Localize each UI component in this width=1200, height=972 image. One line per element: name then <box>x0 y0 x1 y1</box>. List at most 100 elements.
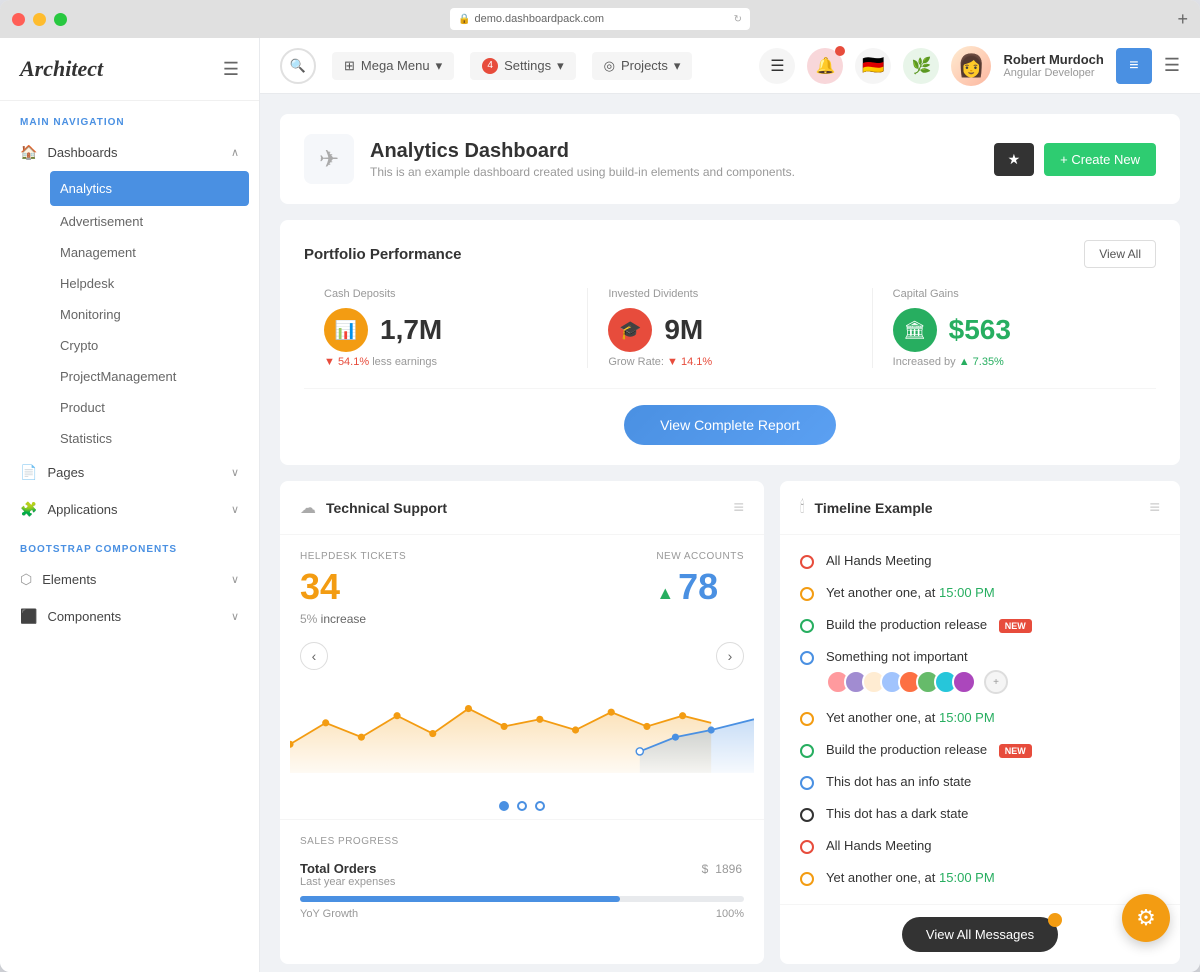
timeline-content: Build the production release NEW <box>826 617 1160 632</box>
timeline-icon: 🕯 <box>800 499 805 517</box>
mega-menu-button[interactable]: ⊞ Mega Menu ▾ <box>332 52 454 80</box>
sidebar-item-management[interactable]: Management <box>40 237 259 268</box>
flag-button[interactable]: 🇩🇪 <box>855 48 891 84</box>
carousel-dot-1[interactable] <box>499 801 509 811</box>
components-label: Components <box>47 609 121 624</box>
leaf-button[interactable]: 🌿 <box>903 48 939 84</box>
cash-change: ▼ 54.1% less earnings <box>324 356 567 368</box>
main-nav-label: MAIN NAVIGATION <box>0 101 259 134</box>
sales-label: SALES PROGRESS <box>300 836 744 847</box>
invested-change: Grow Rate: ▼ 14.1% <box>608 356 851 368</box>
timeline-item: All Hands Meeting <box>780 545 1180 577</box>
user-avatar[interactable]: 👩 <box>951 46 991 86</box>
search-button[interactable]: 🔍 <box>280 48 316 84</box>
sidebar-item-advertisement[interactable]: Advertisement <box>40 206 259 237</box>
sidebar-group-components-header[interactable]: ⬛ Components ∨ <box>0 598 259 635</box>
nav-icon-1[interactable]: ☰ <box>759 48 795 84</box>
hamburger-icon[interactable]: ☰ <box>223 59 239 80</box>
maximize-button[interactable] <box>54 13 67 26</box>
timeline-content: This dot has a dark state <box>826 806 1160 821</box>
portfolio-cta: View Complete Report <box>304 388 1156 445</box>
topnav-right: ☰ 🔔 🇩🇪 🌿 👩 Robert Murdoch Angular Develo… <box>759 46 1180 86</box>
projects-button[interactable]: ◎ Projects ▾ <box>592 52 693 80</box>
timeline-item: Yet another one, at 15:00 PM <box>780 702 1180 734</box>
timeline-dot-blue-info <box>800 776 814 790</box>
sidebar-group-dashboards-header[interactable]: 🏠 Dashboards ∧ <box>0 134 259 171</box>
chart-container: ‹ › <box>280 642 764 793</box>
user-name: Robert Murdoch <box>1003 52 1103 67</box>
topnav: 🔍 ⊞ Mega Menu ▾ 4 Settings ▾ ◎ Projects … <box>260 38 1200 94</box>
right-panel: 🔍 ⊞ Mega Menu ▾ 4 Settings ▾ ◎ Projects … <box>260 38 1200 972</box>
notification-dot <box>835 46 845 56</box>
timeline-item-title: All Hands Meeting <box>826 838 1160 853</box>
applications-icon: 🧩 <box>20 501 37 518</box>
support-metrics: HELPDESK TICKETS 34 5% increase NEW ACCO… <box>280 535 764 642</box>
new-badge: NEW <box>999 619 1032 633</box>
capital-change: Increased by ▲ 7.35% <box>893 356 1136 368</box>
sidebar-item-analytics[interactable]: Analytics <box>50 171 249 206</box>
timeline-footer: View All Messages <box>780 904 1180 964</box>
timeline-dot-yellow <box>800 587 814 601</box>
sidebar: Architect ☰ MAIN NAVIGATION 🏠 Dashboards… <box>0 38 260 972</box>
close-button[interactable] <box>12 13 25 26</box>
sidebar-group-pages-header[interactable]: 📄 Pages ∨ <box>0 454 259 491</box>
new-tab-button[interactable]: + <box>1177 9 1188 30</box>
sidebar-group-elements-header[interactable]: ⬡ Elements ∨ <box>0 561 259 598</box>
projects-label: Projects <box>621 58 668 73</box>
timeline-content: All Hands Meeting <box>826 838 1160 853</box>
mac-titlebar: 🔒 demo.dashboardpack.com ↻ + <box>0 0 1200 38</box>
timeline-time: 15:00 PM <box>939 710 995 725</box>
carousel-dot-2[interactable] <box>517 801 527 811</box>
invested-label: Invested Dividents <box>608 288 851 300</box>
sidebar-group-components: ⬛ Components ∨ <box>0 598 259 635</box>
chart-next-button[interactable]: › <box>716 642 744 670</box>
projects-icon: ◎ <box>604 58 615 74</box>
dashboards-submenu: Analytics Advertisement Management Helpd… <box>0 171 259 454</box>
timeline-menu-icon[interactable]: ≡ <box>1149 497 1160 518</box>
panels-row: ☁ Technical Support ≡ HELPDESK TICKETS 3… <box>280 481 1180 964</box>
projects-chevron: ▾ <box>674 58 681 74</box>
create-new-button[interactable]: + Create New <box>1044 143 1156 176</box>
sidebar-item-crypto[interactable]: Crypto <box>40 330 259 361</box>
blue-action-button[interactable]: ≡ <box>1116 48 1152 84</box>
timeline-content: Yet another one, at 15:00 PM <box>826 870 1160 885</box>
view-report-button[interactable]: View Complete Report <box>624 405 836 445</box>
new-accounts-value-row: ▲ 78 <box>656 562 744 612</box>
timeline-time: 15:00 PM <box>939 870 995 885</box>
timeline-content: This dot has an info state <box>826 774 1160 789</box>
technical-support-menu-icon[interactable]: ≡ <box>733 497 744 518</box>
sidebar-item-monitoring[interactable]: Monitoring <box>40 299 259 330</box>
sidebar-item-helpdesk[interactable]: Helpdesk <box>40 268 259 299</box>
carousel-dot-3[interactable] <box>535 801 545 811</box>
gear-fab-button[interactable]: ⚙ <box>1122 894 1170 942</box>
timeline-dot-green <box>800 619 814 633</box>
sidebar-group-applications-header[interactable]: 🧩 Applications ∨ <box>0 491 259 528</box>
notification-button[interactable]: 🔔 <box>807 48 843 84</box>
topnav-hamburger[interactable]: ☰ <box>1164 55 1180 76</box>
new-accounts-metric: NEW ACCOUNTS ▲ 78 <box>656 551 744 626</box>
view-all-messages-button[interactable]: View All Messages <box>902 917 1058 952</box>
invested-icon: 🎓 <box>608 308 652 352</box>
timeline-time: 15:00 PM <box>939 585 995 600</box>
star-button[interactable]: ★ <box>994 143 1035 176</box>
capital-main: 🏛 $563 <box>893 308 1136 352</box>
messages-badge <box>1048 913 1062 927</box>
components-chevron-icon: ∨ <box>231 610 239 623</box>
minimize-button[interactable] <box>33 13 46 26</box>
mega-menu-chevron: ▾ <box>436 58 443 74</box>
timeline-dot-yellow <box>800 872 814 886</box>
sidebar-item-statistics[interactable]: Statistics <box>40 423 259 454</box>
app-body: Architect ☰ MAIN NAVIGATION 🏠 Dashboards… <box>0 38 1200 972</box>
pages-icon: 📄 <box>20 464 37 481</box>
timeline-item-title: All Hands Meeting <box>826 553 1160 568</box>
stat-invested: Invested Dividents 🎓 9M Grow Rate: ▼ 14.… <box>587 288 871 368</box>
sidebar-item-projectmanagement[interactable]: ProjectManagement <box>40 361 259 392</box>
btn-messages-label: View All Messages <box>926 927 1034 942</box>
chart-prev-button[interactable]: ‹ <box>300 642 328 670</box>
portfolio-header: Portfolio Performance View All <box>304 240 1156 268</box>
invested-change-arrow: ▼ 14.1% <box>667 356 712 368</box>
view-all-button[interactable]: View All <box>1084 240 1156 268</box>
settings-button[interactable]: 4 Settings ▾ <box>470 52 576 80</box>
components-icon: ⬛ <box>20 608 37 625</box>
sidebar-item-product[interactable]: Product <box>40 392 259 423</box>
